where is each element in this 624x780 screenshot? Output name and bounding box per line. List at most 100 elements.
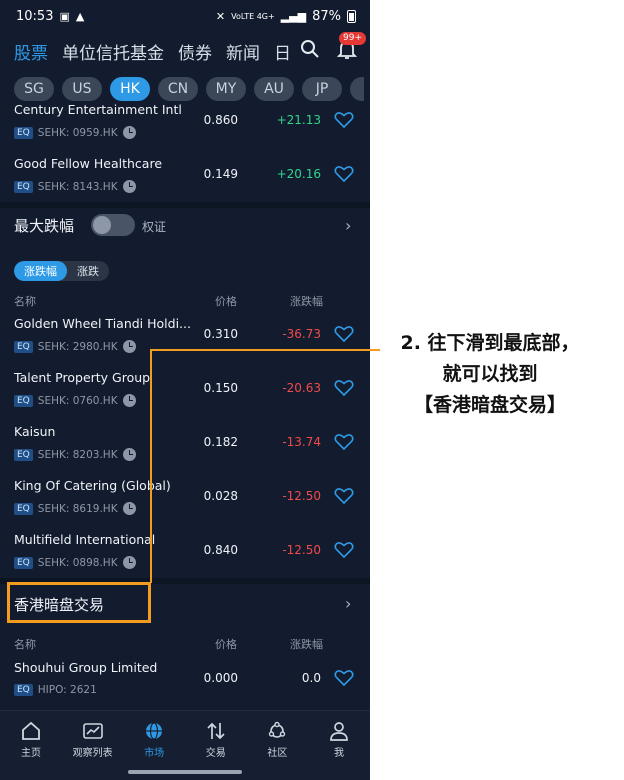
nav-label: 观察列表 — [72, 748, 113, 759]
stock-row[interactable]: Good Fellow Healthcare EQ SEHK: 8143.HK 0.1… — [0, 150, 370, 204]
community-icon — [246, 721, 308, 741]
battery-percent: 87% — [312, 8, 341, 24]
watchlist-heart-icon[interactable] — [334, 111, 354, 133]
stock-code: SEHK: 0959.HK — [37, 126, 118, 139]
stock-row[interactable]: King Of Catering (Global) EQ SEHK: 8619.HK… — [0, 472, 370, 526]
col-change: 涨跌幅 — [290, 638, 323, 651]
annotation-line: 2. 往下滑到最底部， — [400, 332, 580, 354]
stock-price: 0.149 — [203, 167, 238, 181]
stock-price: 0.860 — [203, 113, 238, 127]
nav-item[interactable]: 市场 — [123, 721, 185, 759]
stock-row[interactable]: Shouhui Group Limited EQ HIPO: 2621 0.000 0.… — [0, 654, 370, 708]
watchlist-heart-icon[interactable] — [334, 379, 354, 401]
watchlist-heart-icon[interactable] — [334, 325, 354, 347]
grey-market-more-chevron-icon[interactable]: › — [345, 594, 351, 613]
home-icon — [0, 721, 62, 741]
warning-icon: ▲ — [75, 9, 85, 23]
mute-icon: ✕ — [215, 9, 226, 23]
tab-item[interactable]: 新闻 — [226, 39, 260, 64]
top-tabs: 股票 单位信托基金 债券 新闻日 99+ — [0, 32, 370, 70]
stock-row[interactable]: Century Entertainment Intl EQ SEHK: 0959.H… — [0, 96, 370, 150]
nav-item[interactable]: 我 — [308, 721, 370, 759]
sort-segment[interactable]: 涨跌幅 — [14, 261, 67, 281]
grey-column-header: 名称 价格 涨跌幅 — [0, 636, 370, 654]
delayed-clock-icon — [122, 448, 136, 461]
page: 10:53 ▣ ▲ ✕ VoLTE 4G+ ▂▄▆ 87% 股票 单位信托基金 债券… — [0, 0, 624, 780]
tab-item[interactable]: 日 — [274, 39, 291, 64]
warrant-toggle-label: 权证 — [142, 220, 167, 234]
losers-column-header: 名称 价格 涨跌幅 — [0, 293, 370, 311]
equity-tag: EQ — [14, 684, 33, 696]
annotation-connector — [150, 349, 380, 351]
stock-row[interactable]: Golden Wheel Tiandi Holdi... EQ SEHK: 2980… — [0, 310, 370, 364]
nav-label: 我 — [334, 748, 344, 759]
stock-price: 0.840 — [203, 543, 238, 557]
notification-badge: 99+ — [339, 32, 366, 45]
stock-price: 0.310 — [203, 327, 238, 341]
stock-row[interactable]: Kaisun EQ SEHK: 8203.HK 0.182 -13.74 — [0, 418, 370, 472]
person-icon — [308, 721, 370, 741]
globe-icon — [123, 721, 185, 741]
col-name: 名称 — [14, 638, 36, 651]
nav-item[interactable]: 社区 — [246, 721, 308, 759]
stock-code: SEHK: 2980.HK — [37, 340, 118, 353]
gallery-icon: ▣ — [59, 9, 70, 23]
equity-tag: EQ — [14, 556, 33, 569]
nav-item[interactable]: 观察列表 — [62, 721, 124, 759]
delayed-clock-icon — [122, 556, 136, 569]
stock-row[interactable]: Talent Property Group EQ SEHK: 0760.HK 0.15… — [0, 364, 370, 418]
stock-name: Shouhui Group Limited — [14, 660, 158, 675]
stock-name: Golden Wheel Tiandi Holdi... — [14, 316, 191, 331]
warrant-toggle[interactable] — [91, 214, 135, 236]
stock-change: -36.73 — [282, 327, 321, 341]
equity-tag: EQ — [14, 180, 33, 193]
home-indicator[interactable] — [128, 770, 242, 774]
col-change: 涨跌幅 — [290, 295, 323, 308]
tabs-list: 股票 单位信托基金 债券 新闻日 — [0, 39, 300, 64]
stock-name: Talent Property Group — [14, 370, 151, 385]
watchlist-heart-icon[interactable] — [334, 669, 354, 691]
stock-change: +21.13 — [276, 113, 321, 127]
equity-tag: EQ — [14, 394, 33, 407]
arrows-icon — [185, 721, 247, 741]
phone-screen: 10:53 ▣ ▲ ✕ VoLTE 4G+ ▂▄▆ 87% 股票 单位信托基金 债券… — [0, 0, 370, 780]
col-price: 价格 — [215, 638, 237, 651]
stock-name: Kaisun — [14, 424, 56, 439]
stock-change: -12.50 — [282, 543, 321, 557]
delayed-clock-icon — [122, 180, 136, 193]
tab-item[interactable]: 单位信托基金 — [62, 39, 164, 64]
equity-tag: EQ — [14, 448, 33, 461]
annotation-line: 【香港暗盘交易】 — [413, 394, 566, 416]
tab-item[interactable]: 债券 — [178, 39, 212, 64]
stock-code: SEHK: 0898.HK — [37, 556, 118, 569]
stock-change: -12.50 — [282, 489, 321, 503]
stock-code: SEHK: 0760.HK — [37, 394, 118, 407]
nav-item[interactable]: 交易 — [185, 721, 247, 759]
delayed-clock-icon — [122, 502, 136, 515]
watchlist-heart-icon[interactable] — [334, 541, 354, 563]
delayed-clock-icon — [122, 126, 136, 139]
watchlist-heart-icon[interactable] — [334, 165, 354, 187]
notification-button[interactable]: 99+ — [336, 32, 366, 60]
losers-more-chevron-icon[interactable]: › — [345, 216, 351, 235]
chart-icon — [62, 721, 124, 741]
search-icon[interactable] — [300, 39, 320, 59]
nav-label: 社区 — [267, 748, 288, 759]
tab-item[interactable]: 股票 — [14, 39, 48, 64]
col-price: 价格 — [215, 295, 237, 308]
nav-label: 交易 — [205, 748, 226, 759]
stock-name: Century Entertainment Intl — [14, 102, 182, 117]
stock-code: HIPO: 2621 — [37, 684, 97, 696]
watchlist-heart-icon[interactable] — [334, 433, 354, 455]
sort-segment[interactable]: 涨跌 — [67, 261, 109, 281]
stock-price: 0.028 — [203, 489, 238, 503]
nav-item[interactable]: 主页 — [0, 721, 62, 759]
nav-label: 主页 — [21, 748, 41, 759]
watchlist-heart-icon[interactable] — [334, 487, 354, 509]
stock-price: 0.150 — [203, 381, 238, 395]
equity-tag: EQ — [14, 340, 33, 353]
battery-icon — [347, 9, 356, 23]
stock-row[interactable]: Multifield International EQ SEHK: 0898.HK 0… — [0, 526, 370, 580]
annotation-connector — [150, 349, 152, 583]
stock-code: SEHK: 8203.HK — [37, 448, 118, 461]
